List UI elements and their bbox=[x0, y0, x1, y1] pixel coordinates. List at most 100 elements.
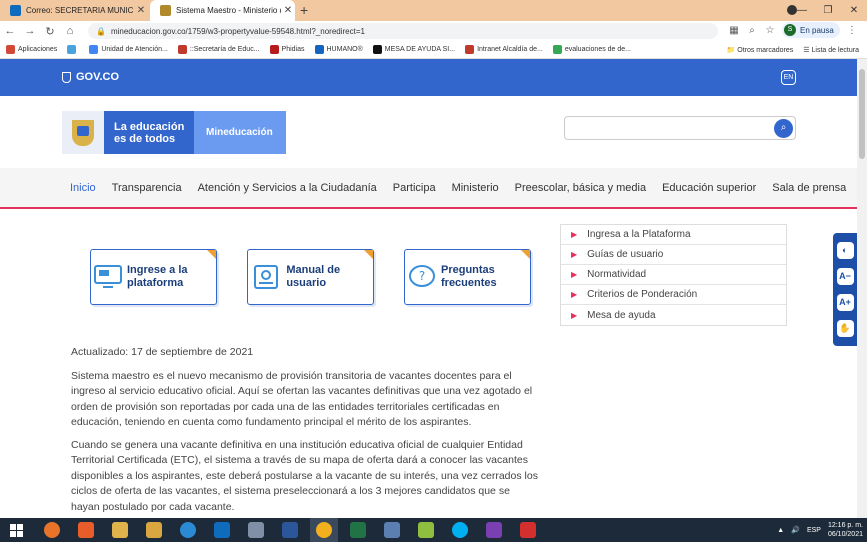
home-icon[interactable]: ⌂ bbox=[60, 25, 80, 37]
caret-right-icon: ▶ bbox=[571, 270, 578, 279]
bookmark-item[interactable]: HUMANO® bbox=[314, 45, 363, 54]
tool-icon[interactable] bbox=[412, 518, 440, 542]
forward-arrow-icon[interactable]: → bbox=[20, 25, 40, 37]
network-icon[interactable] bbox=[378, 518, 406, 542]
tab-sistema-maestro[interactable]: Sistema Maestro - Ministerio de ✕ bbox=[150, 0, 295, 21]
chrome-icon[interactable] bbox=[310, 518, 338, 542]
main-content: Actualizado: 17 de septiembre de 2021 Si… bbox=[71, 345, 541, 518]
bookmark-item[interactable]: Phidias bbox=[269, 45, 305, 54]
nav-item-atencion[interactable]: Atención y Servicios a la Ciudadanía bbox=[198, 182, 377, 194]
nav-item-sala-prensa[interactable]: Sala de prensa bbox=[772, 182, 846, 194]
card-preguntas-frecuentes[interactable]: ? Preguntas frecuentes bbox=[404, 249, 531, 305]
side-menu-item[interactable]: ▶ Ingresa a la Plataforma bbox=[561, 225, 786, 245]
menu-kebab-icon[interactable]: ⋮ bbox=[846, 25, 858, 36]
paragraph: Sistema maestro es el nuevo mecanismo de… bbox=[71, 369, 533, 429]
gov-top-bar: GOV.CO EN bbox=[0, 59, 857, 96]
other-bookmarks-folder[interactable]: 📁 Otros marcadores bbox=[727, 46, 794, 54]
nav-item-preescolar[interactable]: Preescolar, básica y media bbox=[515, 182, 646, 194]
bookmarks-bar: Aplicaciones Unidad de Atención... ::Sec… bbox=[0, 41, 867, 59]
tab-title: Correo: SECRETARIA MUNICIPAL bbox=[26, 6, 134, 15]
date: 06/10/2021 bbox=[827, 531, 863, 538]
bookmark-item[interactable]: Intranet Alcaldía de... bbox=[465, 45, 543, 54]
side-menu-item[interactable]: ▶ Criterios de Ponderación bbox=[561, 285, 786, 305]
lock-icon[interactable]: 🔒 bbox=[96, 27, 106, 36]
close-tab-icon[interactable]: ✕ bbox=[281, 5, 295, 16]
main-navigation: Inicio Transparencia Atención y Servicio… bbox=[0, 168, 857, 209]
mineducacion-logo[interactable]: La educación es de todos Mineducación bbox=[62, 111, 286, 154]
minimize-icon[interactable]: — bbox=[789, 0, 815, 21]
back-arrow-icon[interactable]: ← bbox=[0, 25, 20, 37]
internet-explorer-icon[interactable] bbox=[174, 518, 202, 542]
page-scrollbar[interactable] bbox=[857, 59, 867, 518]
side-menu-item[interactable]: ▶ Guías de usuario bbox=[561, 245, 786, 265]
drive-icon bbox=[552, 45, 562, 54]
close-tab-icon[interactable]: ✕ bbox=[134, 5, 148, 16]
search-app-icon[interactable] bbox=[480, 518, 508, 542]
clock[interactable]: 12:16 p. m. 06/10/2021 bbox=[828, 521, 863, 539]
nav-item-transparencia[interactable]: Transparencia bbox=[112, 182, 182, 194]
gov-co-logo[interactable]: GOV.CO bbox=[62, 71, 119, 83]
excel-icon[interactable] bbox=[344, 518, 372, 542]
decrease-font-icon[interactable]: A− bbox=[836, 267, 854, 285]
firefox-icon[interactable] bbox=[38, 518, 66, 542]
bookmark-star-icon[interactable]: ☆ bbox=[764, 25, 776, 36]
nav-item-inicio[interactable]: Inicio bbox=[70, 182, 96, 194]
card-corner-accent bbox=[207, 250, 216, 259]
skype-icon[interactable] bbox=[446, 518, 474, 542]
search-icon[interactable]: ⌕ bbox=[774, 119, 793, 138]
start-button[interactable] bbox=[0, 518, 32, 542]
url-text: mineducacion.gov.co/1759/w3-propertyvalu… bbox=[110, 26, 365, 36]
reading-list[interactable]: ☰ Lista de lectura bbox=[803, 46, 859, 54]
computer-icon bbox=[93, 259, 123, 295]
card-manual-usuario[interactable]: Manual de usuario bbox=[247, 249, 374, 305]
bookmark-item[interactable]: Unidad de Atención... bbox=[89, 45, 168, 54]
document-icon[interactable] bbox=[242, 518, 270, 542]
bookmark-item[interactable]: ::Secretaría de Educ... bbox=[177, 45, 260, 54]
file-explorer-icon[interactable] bbox=[140, 518, 168, 542]
media-player-icon[interactable] bbox=[72, 518, 100, 542]
outlook-icon[interactable] bbox=[208, 518, 236, 542]
word-icon[interactable] bbox=[276, 518, 304, 542]
scrollbar-thumb[interactable] bbox=[859, 69, 865, 159]
updated-date: Actualizado: 17 de septiembre de 2021 bbox=[71, 346, 254, 358]
reload-icon[interactable]: ↻ bbox=[40, 25, 60, 38]
maximize-icon[interactable]: ❐ bbox=[815, 0, 841, 21]
volume-icon[interactable]: 🔊 bbox=[791, 526, 800, 534]
pdf-icon[interactable] bbox=[514, 518, 542, 542]
caret-right-icon: ▶ bbox=[571, 250, 578, 259]
folder-icon[interactable] bbox=[106, 518, 134, 542]
address-bar[interactable]: 🔒 mineducacion.gov.co/1759/w3-propertyva… bbox=[88, 23, 718, 39]
nav-item-participa[interactable]: Participa bbox=[393, 182, 436, 194]
brand-slogan: La educación es de todos bbox=[104, 111, 194, 154]
close-window-icon[interactable]: ✕ bbox=[841, 0, 867, 21]
sign-language-icon[interactable]: ✋ bbox=[836, 320, 854, 338]
coat-of-arms-icon bbox=[62, 111, 104, 154]
bookmark-icon bbox=[67, 45, 77, 54]
qr-code-icon[interactable]: ▦ bbox=[728, 25, 740, 36]
browser-toolbar: ← → ↻ ⌂ 🔒 mineducacion.gov.co/1759/w3-pr… bbox=[0, 21, 867, 41]
contrast-icon[interactable]: ◐ bbox=[836, 241, 854, 259]
side-menu-item[interactable]: ▶ Normatividad bbox=[561, 265, 786, 285]
increase-font-icon[interactable]: A+ bbox=[836, 294, 854, 312]
card-corner-accent bbox=[521, 250, 530, 259]
bookmark-item[interactable]: evaluaciones de de... bbox=[552, 45, 631, 54]
tray-chevron-icon[interactable]: ▲ bbox=[777, 527, 784, 534]
bookmark-item[interactable] bbox=[67, 45, 79, 54]
tab-correo[interactable]: Correo: SECRETARIA MUNICIPAL ✕ bbox=[0, 0, 148, 21]
language-button[interactable]: EN bbox=[781, 70, 796, 85]
language-indicator[interactable]: ESP bbox=[807, 527, 821, 534]
toolbar-actions: ▦ ⌕ ☆ S En pausa ⋮ bbox=[728, 22, 858, 38]
profile-button[interactable]: S En pausa bbox=[782, 22, 840, 38]
nav-item-ministerio[interactable]: Ministerio bbox=[452, 182, 499, 194]
svg-text:?: ? bbox=[419, 269, 425, 283]
new-tab-button[interactable]: + bbox=[300, 2, 308, 18]
bookmark-item[interactable]: MESA DE AYUDA SI... bbox=[372, 45, 455, 54]
search-input[interactable] bbox=[565, 117, 765, 139]
card-ingrese-plataforma[interactable]: Ingrese a la plataforma bbox=[90, 249, 217, 305]
caret-right-icon: ▶ bbox=[571, 310, 578, 320]
nav-item-educacion-superior[interactable]: Educación superior bbox=[662, 182, 756, 194]
zoom-icon[interactable]: ⌕ bbox=[746, 25, 758, 36]
side-menu-item[interactable]: ▶ Mesa de ayuda bbox=[561, 305, 786, 325]
web-page: GOV.CO EN La educación es de todos Mined… bbox=[0, 59, 857, 518]
bookmark-item[interactable]: Aplicaciones bbox=[6, 45, 57, 54]
